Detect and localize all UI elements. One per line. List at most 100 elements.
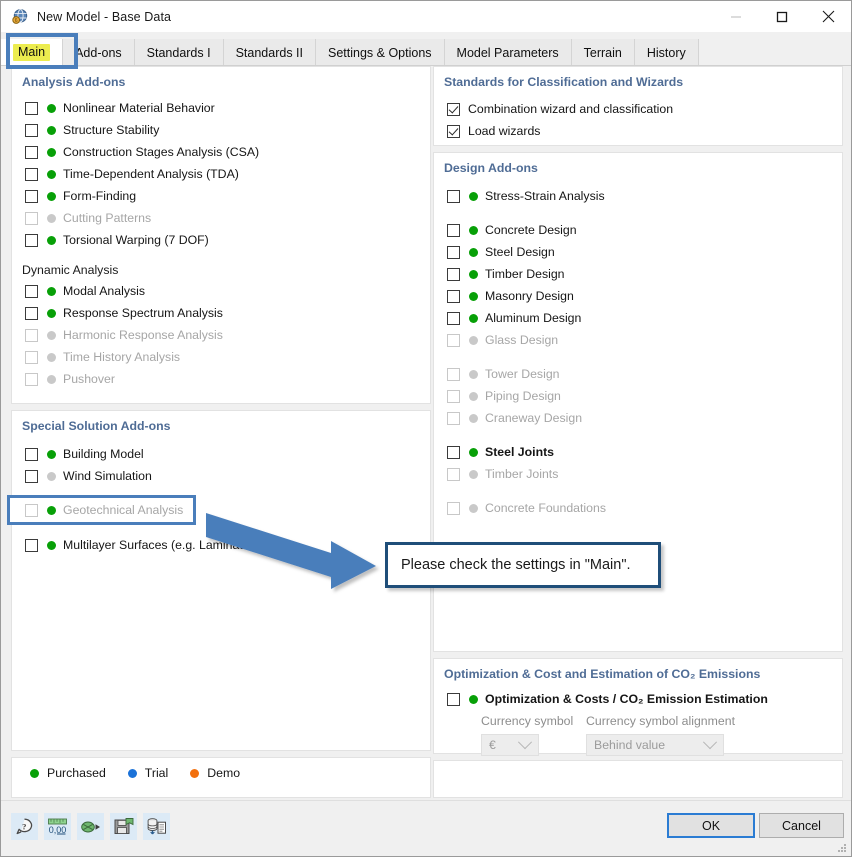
tab-label: Add-ons — [75, 45, 122, 60]
checkbox-row-steel-joints[interactable]: Steel Joints — [434, 441, 842, 463]
checkbox-nonlinear-material-behavior[interactable] — [25, 101, 38, 115]
checkbox-aluminum-design[interactable] — [447, 311, 460, 325]
currency-alignment-select[interactable]: Behind value — [586, 734, 724, 756]
status-dot-gray — [469, 503, 478, 513]
checkbox-timber-design[interactable] — [447, 267, 460, 281]
apply-icon[interactable] — [77, 813, 104, 840]
checkbox-row-geotechnical-analysis[interactable]: Geotechnical Analysis — [12, 499, 430, 521]
checkbox-row-wind-simulation[interactable]: Wind Simulation — [12, 465, 430, 487]
checkbox-label: Harmonic Response Analysis — [63, 328, 223, 342]
checkbox-row-building-model[interactable]: Building Model — [12, 443, 430, 465]
checkbox-form-finding[interactable] — [25, 189, 38, 203]
checkbox-row-combination-wizard-and-classification[interactable]: Combination wizard and classification — [434, 98, 842, 120]
optimization-title: Optimization & Cost and Estimation of CO… — [444, 667, 761, 681]
minimize-icon[interactable] — [713, 1, 759, 32]
status-dot-green — [469, 313, 478, 323]
svg-text:?: ? — [22, 821, 26, 831]
status-dot-gray — [469, 369, 478, 379]
currency-alignment-value: Behind value — [594, 738, 666, 752]
checkbox-modal-analysis[interactable] — [25, 284, 38, 298]
checkbox-row-time-dependent-analysis-tda[interactable]: Time-Dependent Analysis (TDA) — [12, 163, 430, 185]
checkbox-row-response-spectrum-analysis[interactable]: Response Spectrum Analysis — [12, 302, 430, 324]
checkbox-label: Steel Joints — [485, 445, 555, 459]
checkbox-row-timber-joints[interactable]: Timber Joints — [434, 463, 842, 485]
close-icon[interactable] — [805, 1, 851, 32]
checkbox-geotechnical-analysis[interactable] — [25, 503, 38, 517]
checkbox-row-form-finding[interactable]: Form-Finding — [12, 185, 430, 207]
checkbox-row-stress-strain-analysis[interactable]: Stress-Strain Analysis — [434, 185, 842, 207]
checkbox-row-modal-analysis[interactable]: Modal Analysis — [12, 280, 430, 302]
checkbox-row-optimization[interactable]: Optimization & Costs / CO₂ Emission Esti… — [434, 688, 842, 710]
help-icon[interactable]: ? — [11, 813, 38, 840]
right-column: Standards for Classification and Wizards… — [433, 66, 843, 801]
checkbox-wind-simulation[interactable] — [25, 469, 38, 483]
checkbox-label: Combination wizard and classification — [468, 102, 674, 116]
design-addons-title: Design Add-ons — [444, 161, 538, 175]
status-dot-green — [47, 235, 56, 245]
checkbox-row-concrete-foundations[interactable]: Concrete Foundations — [434, 497, 842, 519]
load-template-icon[interactable] — [143, 813, 170, 840]
checkbox-row-time-history-analysis[interactable]: Time History Analysis — [12, 346, 430, 368]
checkbox-steel-joints[interactable] — [447, 445, 460, 459]
resize-grip-icon[interactable] — [836, 841, 848, 853]
checkbox-row-tower-design[interactable]: Tower Design — [434, 363, 842, 385]
checkbox-masonry-design[interactable] — [447, 289, 460, 303]
status-dot-green — [469, 225, 478, 235]
checkbox-load-wizards[interactable] — [447, 124, 460, 138]
optimization-group: Optimization & Cost and Estimation of CO… — [433, 658, 843, 756]
ok-button[interactable]: OK — [667, 813, 755, 838]
legend-dot-orange — [190, 768, 200, 778]
legend-dot-green — [30, 768, 39, 778]
tab-terrain[interactable]: Terrain — [571, 39, 635, 66]
save-template-icon[interactable] — [110, 813, 137, 840]
currency-symbol-select[interactable]: € — [481, 734, 539, 756]
checkbox-row-cutting-patterns[interactable]: Cutting Patterns — [12, 207, 430, 229]
checkbox-row-construction-stages-analysis-csa[interactable]: Construction Stages Analysis (CSA) — [12, 141, 430, 163]
checkbox-row-glass-design[interactable]: Glass Design — [434, 329, 842, 351]
tab-add-ons[interactable]: Add-ons — [63, 39, 135, 66]
tab-standards-ii[interactable]: Standards II — [223, 39, 316, 66]
checkbox-stress-strain-analysis[interactable] — [447, 189, 460, 203]
checkbox-label: Aluminum Design — [485, 311, 582, 325]
checkbox-row-torsional-warping-7-dof[interactable]: Torsional Warping (7 DOF) — [12, 229, 430, 251]
checkbox-row-craneway-design[interactable]: Craneway Design — [434, 407, 842, 429]
checkbox-pushover — [25, 372, 38, 386]
checkbox-row-aluminum-design[interactable]: Aluminum Design — [434, 307, 842, 329]
checkbox-time-dependent-analysis-tda[interactable] — [25, 167, 38, 181]
tab-standards-i[interactable]: Standards I — [134, 39, 224, 66]
checkbox-row-concrete-design[interactable]: Concrete Design — [434, 219, 842, 241]
chevron-down-icon — [702, 735, 718, 750]
checkbox-multilayer-surfaces-e-g-laminate-clt[interactable] — [25, 538, 38, 552]
cancel-button[interactable]: Cancel — [759, 813, 844, 838]
special-solution-list-2: Multilayer Surfaces (e.g. Laminate, CLT) — [12, 534, 430, 556]
checkbox-torsional-warping-7-dof[interactable] — [25, 233, 38, 247]
checkbox-row-timber-design[interactable]: Timber Design — [434, 263, 842, 285]
checkbox-row-harmonic-response-analysis[interactable]: Harmonic Response Analysis — [12, 324, 430, 346]
checkbox-response-spectrum-analysis[interactable] — [25, 306, 38, 320]
checkbox-row-structure-stability[interactable]: Structure Stability — [12, 119, 430, 141]
checkbox-label: Masonry Design — [485, 289, 574, 303]
checkbox-structure-stability[interactable] — [25, 123, 38, 137]
checkbox-steel-design[interactable] — [447, 245, 460, 259]
checkbox-row-masonry-design[interactable]: Masonry Design — [434, 285, 842, 307]
checkbox-row-nonlinear-material-behavior[interactable]: Nonlinear Material Behavior — [12, 97, 430, 119]
checkbox-building-model[interactable] — [25, 447, 38, 461]
checkbox-row-steel-design[interactable]: Steel Design — [434, 241, 842, 263]
tab-model-parameters[interactable]: Model Parameters — [444, 39, 572, 66]
tab-label: Terrain — [583, 45, 622, 60]
tab-settings-options[interactable]: Settings & Options — [316, 39, 445, 66]
units-icon[interactable]: 0,00 — [44, 813, 71, 840]
checkbox-row-piping-design[interactable]: Piping Design — [434, 385, 842, 407]
maximize-icon[interactable] — [759, 1, 805, 32]
checkbox-label: Glass Design — [485, 333, 559, 347]
tab-history[interactable]: History — [634, 39, 699, 66]
checkbox-concrete-design[interactable] — [447, 223, 460, 237]
checkbox-row-load-wizards[interactable]: Load wizards — [434, 120, 842, 142]
checkbox-construction-stages-analysis-csa[interactable] — [25, 145, 38, 159]
checkbox-row-multilayer-surfaces-e-g-laminate-clt[interactable]: Multilayer Surfaces (e.g. Laminate, CLT) — [12, 534, 430, 556]
checkbox-combination-wizard-and-classification[interactable] — [447, 102, 460, 116]
checkbox-row-pushover[interactable]: Pushover — [12, 368, 430, 390]
currency-alignment-label: Currency symbol alignment — [586, 714, 735, 728]
tab-main[interactable]: Main — [1, 39, 64, 66]
checkbox-optimization[interactable] — [447, 692, 460, 706]
